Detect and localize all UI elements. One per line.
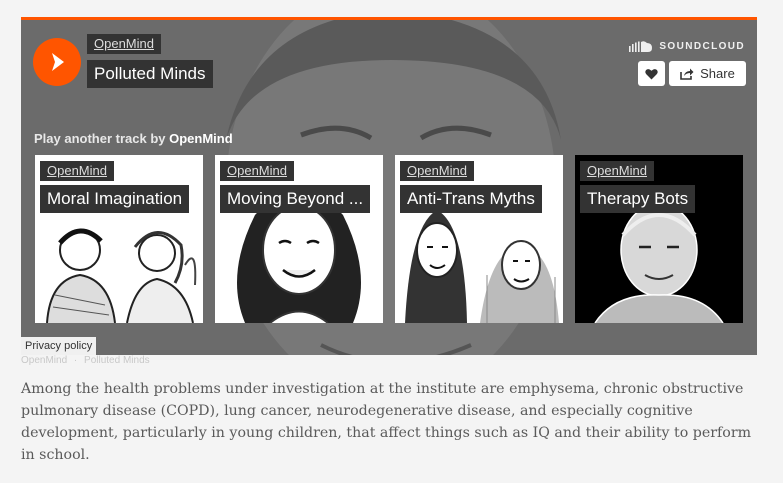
privacy-policy-link[interactable]: Privacy policy [21, 337, 97, 355]
soundcloud-brand-label: SOUNDCLOUD [659, 40, 745, 52]
related-track-card[interactable]: OpenMind Moving Beyond ... [215, 155, 383, 323]
footer-artist-link[interactable]: OpenMind [21, 355, 67, 366]
heart-icon [645, 68, 658, 79]
card-artist-link[interactable]: OpenMind [580, 161, 654, 181]
card-title[interactable]: Moving Beyond ... [220, 185, 371, 213]
track-attribution: OpenMind · Polluted Minds [21, 355, 150, 366]
card-title[interactable]: Therapy Bots [580, 185, 696, 213]
card-artist-link[interactable]: OpenMind [40, 161, 114, 181]
footer-separator: · [73, 355, 78, 366]
like-button[interactable] [638, 61, 665, 86]
play-button[interactable] [33, 38, 81, 86]
footer-track-link[interactable]: Polluted Minds [84, 355, 150, 366]
play-another-heading: Play another track by OpenMind [34, 131, 233, 146]
card-artist-link[interactable]: OpenMind [220, 161, 294, 181]
related-track-card[interactable]: OpenMind Moral Imagination [35, 155, 203, 323]
related-track-card[interactable]: OpenMind Therapy Bots [575, 155, 743, 323]
card-artist-link[interactable]: OpenMind [400, 161, 474, 181]
share-label: Share [700, 66, 735, 81]
play-another-prefix: Play another track by [34, 131, 166, 146]
track-title[interactable]: Polluted Minds [87, 60, 213, 88]
soundcloud-logo-icon [629, 41, 653, 52]
card-title[interactable]: Moral Imagination [40, 185, 190, 213]
soundcloud-logo[interactable]: SOUNDCLOUD [629, 40, 745, 52]
share-button[interactable]: Share [669, 61, 746, 86]
soundcloud-player: OpenMind Polluted Minds SOUNDCLOUD Share… [21, 17, 757, 355]
card-title[interactable]: Anti-Trans Myths [400, 185, 542, 213]
play-icon [52, 53, 64, 71]
play-another-artist[interactable]: OpenMind [169, 131, 233, 146]
artist-link[interactable]: OpenMind [87, 34, 161, 54]
article-paragraph: Among the health problems under investig… [21, 381, 752, 463]
related-track-card[interactable]: OpenMind Anti-Trans Myths [395, 155, 563, 323]
share-icon [680, 68, 694, 80]
